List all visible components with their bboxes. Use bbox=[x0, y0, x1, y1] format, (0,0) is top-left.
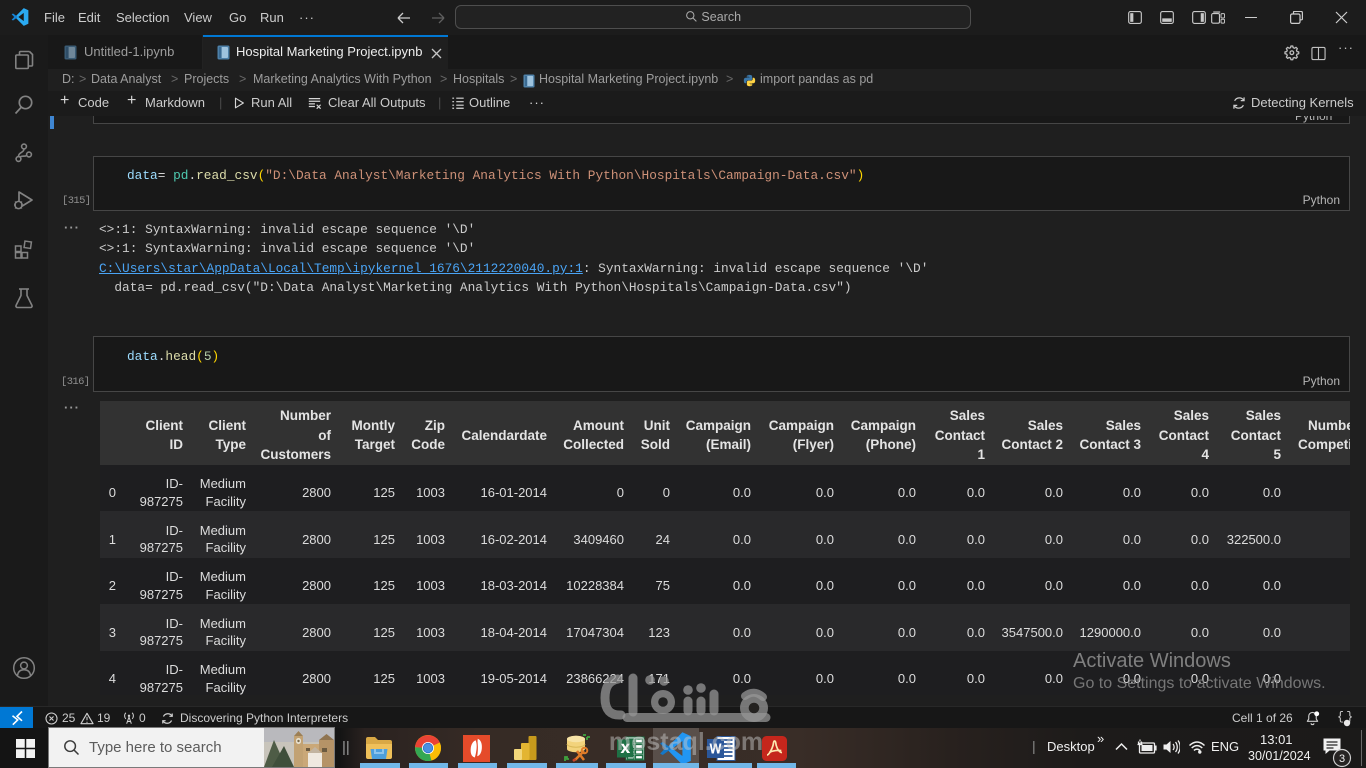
svg-text:3: 3 bbox=[1339, 753, 1345, 765]
